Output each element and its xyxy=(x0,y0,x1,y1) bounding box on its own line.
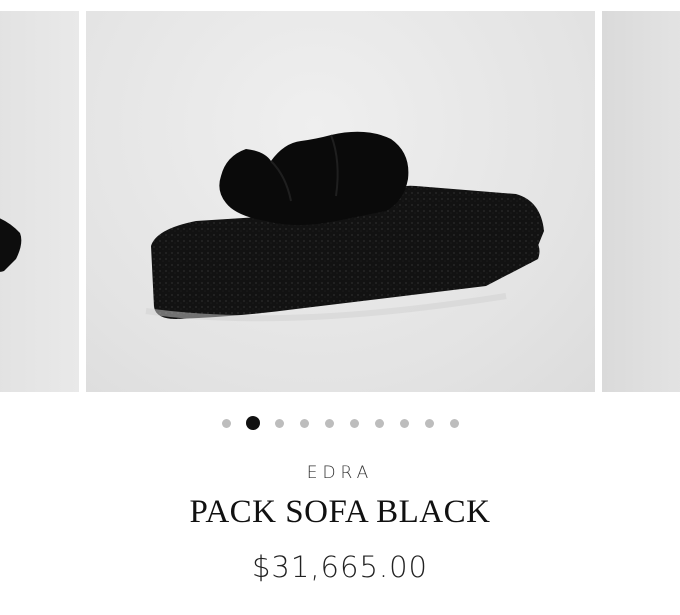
product-brand[interactable]: EDRA xyxy=(0,463,680,483)
carousel-dot[interactable] xyxy=(324,418,334,428)
main-product-image[interactable] xyxy=(86,11,595,392)
product-image-carousel[interactable] xyxy=(0,0,680,400)
carousel-dot[interactable] xyxy=(349,418,359,428)
previous-slide-image[interactable] xyxy=(0,11,79,392)
next-slide-image[interactable] xyxy=(602,11,680,392)
carousel-dot[interactable] xyxy=(424,418,434,428)
product-price: $31,665.00 xyxy=(251,550,429,584)
carousel-dot[interactable] xyxy=(245,416,260,430)
carousel-dot[interactable] xyxy=(449,418,459,428)
carousel-dot[interactable] xyxy=(399,418,409,428)
carousel-dot[interactable] xyxy=(374,418,384,428)
carousel-dot[interactable] xyxy=(299,418,309,428)
carousel-dot[interactable] xyxy=(221,418,231,428)
carousel-pagination xyxy=(0,416,680,430)
carousel-dot[interactable] xyxy=(274,418,284,428)
product-title: PACK SOFA BLACK xyxy=(189,494,491,530)
